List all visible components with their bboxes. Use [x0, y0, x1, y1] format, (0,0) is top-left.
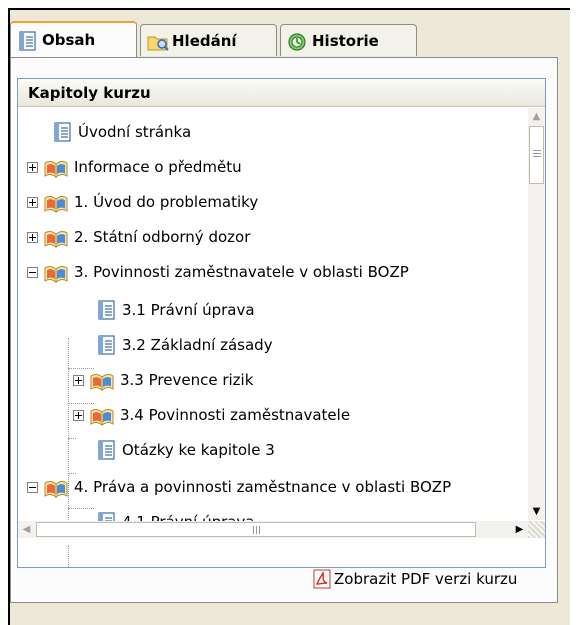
tab-historie[interactable]: Historie — [280, 24, 417, 56]
document-icon — [17, 31, 37, 49]
folder-search-icon — [147, 32, 169, 51]
tab-label: Obsah — [42, 31, 96, 49]
expand-icon[interactable] — [27, 161, 38, 173]
tab-content: Kapitoly kurzu Úvodní stránka Informace … — [10, 57, 558, 603]
expand-icon[interactable] — [27, 231, 38, 243]
book-icon — [44, 158, 68, 176]
tree-item[interactable]: 4. Práva a povinnosti zaměstnance v obla… — [27, 472, 451, 502]
tree-item[interactable]: Otázky ke kapitole 3 — [96, 435, 275, 465]
tab-obsah[interactable]: Obsah — [10, 21, 137, 57]
tree-item-label: 3.3 Prevence rizik — [120, 371, 254, 389]
tree-header: Kapitoly kurzu — [18, 79, 545, 107]
horizontal-scrollbar[interactable]: ◀ ▶ — [18, 521, 528, 538]
expand-icon[interactable] — [73, 409, 84, 421]
tree-item[interactable]: 3.4 Povinnosti zaměstnavatele — [73, 400, 350, 430]
tree-item-label: 3.1 Právní úprava — [122, 301, 255, 319]
pdf-link[interactable]: Zobrazit PDF verzi kurzu — [313, 567, 517, 591]
history-icon — [287, 32, 307, 51]
scroll-right-icon[interactable]: ▶ — [511, 521, 528, 538]
vertical-scrollbar[interactable]: ▲ ▼ — [528, 108, 545, 520]
collapse-icon[interactable] — [27, 266, 38, 278]
tree-item-label: Otázky ke kapitole 3 — [122, 441, 275, 459]
tree-item[interactable]: 3.1 Právní úprava — [96, 295, 255, 325]
tree-line — [68, 545, 69, 567]
document-icon — [96, 440, 116, 460]
document-icon — [52, 122, 72, 142]
tree-item-label: 3.4 Povinnosti zaměstnavatele — [120, 406, 351, 424]
tree-item-label: 1. Úvod do problematiky — [74, 193, 259, 211]
tree-item-label: Úvodní stránka — [78, 123, 192, 141]
tree-item[interactable]: 3. Povinnosti zaměstnavatele v oblasti B… — [27, 257, 409, 287]
tab-label: Historie — [312, 31, 379, 50]
document-icon — [96, 335, 116, 355]
tree-item-label: 3. Povinnosti zaměstnavatele v oblasti B… — [74, 263, 409, 281]
book-icon — [44, 478, 68, 496]
tree-item-label: 3.2 Základní zásady — [122, 336, 273, 354]
document-icon — [96, 300, 116, 320]
scroll-left-icon[interactable]: ◀ — [18, 521, 35, 538]
book-icon — [44, 228, 68, 246]
scroll-thumb[interactable] — [529, 126, 544, 184]
collapse-icon[interactable] — [27, 481, 38, 493]
book-icon — [44, 193, 68, 211]
chapter-tree: Kapitoly kurzu Úvodní stránka Informace … — [17, 78, 546, 568]
tree-item-label: 4. Práva a povinnosti zaměstnance v obla… — [74, 478, 452, 496]
expand-icon[interactable] — [73, 374, 84, 386]
tab-hledani[interactable]: Hledání — [140, 24, 277, 56]
tree-item[interactable]: 3.2 Základní zásady — [96, 330, 273, 360]
tree-item[interactable]: 1. Úvod do problematiky — [27, 187, 258, 217]
pdf-icon — [313, 569, 331, 589]
tree-item-label: Informace o předmětu — [74, 158, 242, 176]
tree-line — [68, 438, 76, 439]
scroll-up-icon[interactable]: ▲ — [528, 108, 545, 125]
tree-item[interactable]: Informace o předmětu — [27, 152, 242, 182]
scroll-thumb[interactable] — [36, 522, 476, 537]
pdf-link-label: Zobrazit PDF verzi kurzu — [334, 570, 518, 588]
expand-icon[interactable] — [27, 196, 38, 208]
tree-item[interactable]: 3.3 Prevence rizik — [73, 365, 253, 395]
book-icon — [90, 406, 114, 424]
book-icon — [44, 263, 68, 281]
tab-label: Hledání — [172, 31, 237, 50]
tree-item-label: 2. Státní odborný dozor — [74, 228, 251, 246]
window: Obsah Hledání Historie Kapitoly kurzu Úv… — [0, 0, 576, 625]
tree-item[interactable]: 2. Státní odborný dozor — [27, 222, 250, 252]
tree-item[interactable]: Úvodní stránka — [52, 117, 191, 147]
scroll-corner — [528, 521, 545, 538]
book-icon — [90, 371, 114, 389]
tree-line — [68, 508, 94, 509]
scroll-down-icon[interactable]: ▼ — [528, 503, 545, 520]
